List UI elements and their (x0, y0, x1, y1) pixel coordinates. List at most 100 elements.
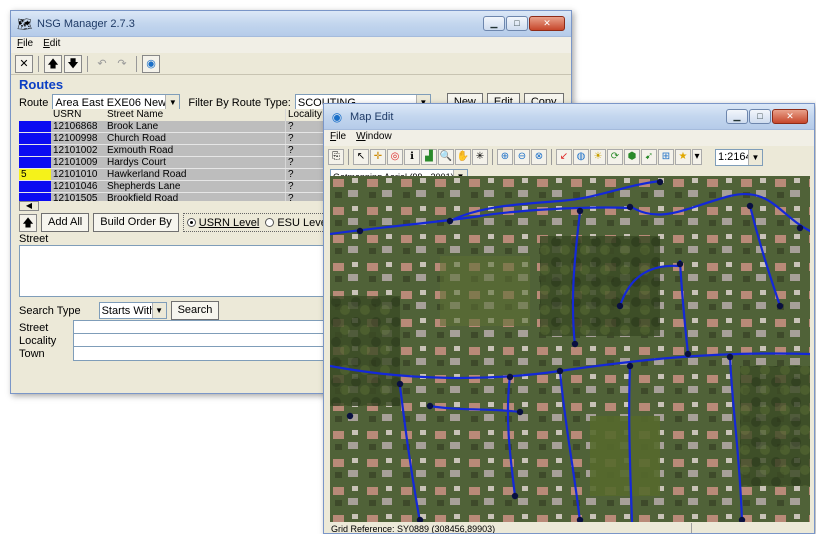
zoom-extent-icon[interactable]: ⊗ (531, 149, 547, 165)
table-header: USRN Street Name Locality (19, 109, 333, 121)
maximize-button[interactable]: □ (749, 109, 771, 124)
map-status-bar: Grid Reference: SY0889 (308456,89903) (328, 523, 812, 533)
row-street-name: Hawkerland Road (107, 169, 187, 180)
row-marker (19, 145, 51, 156)
row-usrn: 12101009 (53, 157, 98, 168)
info-icon[interactable]: ℹ (404, 149, 420, 165)
move-down-icon[interactable]: 🡇 (64, 54, 82, 73)
nsg-app-icon: 🗺 (17, 16, 33, 31)
menu-file[interactable]: File (17, 38, 33, 52)
row-usrn: 12101046 (53, 181, 98, 192)
page-title: Routes (19, 77, 64, 92)
zoom-in-icon[interactable]: ⊕ (497, 149, 513, 165)
search-type-label: Search Type (19, 304, 81, 317)
table-row[interactable]: 12101009 Hardys Court? (19, 157, 333, 169)
row-street-name: Brookfield Road (107, 193, 179, 201)
move-up-icon[interactable]: 🡅 (19, 213, 37, 232)
column-street-name[interactable]: Street Name (105, 109, 285, 121)
table-row[interactable]: 12106868 Brook Lane? (19, 121, 333, 133)
nsg-window-title: NSG Manager 2.7.3 (37, 17, 135, 30)
map-canvas[interactable] (330, 176, 810, 522)
menu-file[interactable]: File (330, 131, 346, 145)
refresh-icon[interactable]: ⟳ (607, 149, 623, 165)
table-row[interactable]: 5 12101010 Hawkerland Road? (19, 169, 333, 181)
map-window-title: Map Edit (350, 110, 394, 123)
menu-window[interactable]: Window (356, 131, 392, 145)
minimize-button[interactable]: ▁ (483, 16, 505, 31)
esu-level-radio[interactable]: ESU Level (265, 217, 329, 229)
favourite-star-icon[interactable]: ★ (675, 149, 691, 165)
level-radio-group: USRN Level ESU Level (182, 213, 334, 232)
column-usrn[interactable]: USRN (51, 109, 105, 121)
chevron-down-icon: ▼ (151, 303, 166, 318)
usrn-level-radio[interactable]: USRN Level (186, 217, 259, 229)
locality-field-label: Locality (19, 334, 57, 347)
map-app-icon: ◉ (331, 109, 343, 124)
network-icon[interactable]: ⬢ (624, 149, 640, 165)
street-detail-box[interactable] (19, 245, 331, 297)
row-usrn: 12100998 (53, 133, 98, 144)
close-button[interactable]: ✕ (772, 109, 808, 124)
row-marker (19, 133, 51, 144)
scale-select[interactable]: 1:2164 ▼ (715, 148, 763, 166)
nsg-titlebar: 🗺 NSG Manager 2.7.3 ▁ □ ✕ (11, 11, 571, 37)
redo-icon[interactable]: ↷ (113, 55, 131, 73)
delete-icon[interactable]: ✕ (15, 54, 33, 73)
table-row[interactable]: 12101002 Exmouth Road? (19, 145, 333, 157)
row-street-name: Shepherds Lane (107, 181, 181, 192)
zoom-out-icon[interactable]: ⊖ (514, 149, 530, 165)
target-icon[interactable]: ◎ (387, 149, 403, 165)
map-toolbar: ⎘ ↖ ✛ ◎ ℹ ▟ 🔍 ✋ ✳ ⊕ ⊖ ⊗ ↙ ◍ ☀ ⟳ ⬢ ➹ ⊞ ★ … (324, 146, 814, 168)
chart-icon[interactable]: ▟ (421, 149, 437, 165)
maximize-button[interactable]: □ (506, 16, 528, 31)
nsg-toolbar: ✕ 🡅 🡇 ↶ ↷ ◉ (11, 53, 571, 75)
copy-icon[interactable]: ⎘ (328, 149, 344, 165)
table-row[interactable]: 12100998 Church Road? (19, 133, 333, 145)
menu-edit[interactable]: Edit (43, 38, 60, 52)
route-icon[interactable]: ➹ (641, 149, 657, 165)
row-street-name: Church Road (107, 133, 166, 144)
map-menubar: File Window (324, 130, 814, 146)
layers-icon[interactable]: ◍ (573, 149, 589, 165)
crosshair-icon[interactable]: ✛ (370, 149, 386, 165)
row-usrn: 12101002 (53, 145, 98, 156)
undo-icon[interactable]: ↶ (93, 55, 111, 73)
row-usrn: 12101505 (53, 193, 98, 201)
chevron-down-icon[interactable]: ▾ (692, 149, 702, 165)
star-tool-icon[interactable]: ✳ (472, 149, 488, 165)
table-row[interactable]: 12101046 Shepherds Lane? (19, 181, 333, 193)
town-field-label: Town (19, 347, 45, 360)
build-order-button[interactable]: Build Order By (93, 213, 179, 232)
globe-icon[interactable]: ◉ (142, 54, 160, 73)
row-usrn: 12106868 (53, 121, 98, 132)
streets-table[interactable]: USRN Street Name Locality 12106868 Brook … (19, 109, 333, 201)
move-up-icon[interactable]: 🡅 (44, 54, 62, 73)
minimize-button[interactable]: ▁ (726, 109, 748, 124)
scroll-left-button[interactable]: ◀ (19, 201, 39, 211)
row-marker (19, 181, 51, 192)
pan-hand-icon[interactable]: ✋ (455, 149, 471, 165)
pointer-icon[interactable]: ↖ (353, 149, 369, 165)
aerial-map[interactable] (330, 176, 810, 522)
map-edit-window: ◉ Map Edit ▁ □ ✕ File Window ⎘ ↖ ✛ ◎ ℹ ▟… (323, 103, 815, 534)
filter-label: Filter By Route Type: (188, 96, 291, 109)
grid-reference-text: Grid Reference: SY0889 (308456,89903) (328, 523, 692, 533)
sun-icon[interactable]: ☀ (590, 149, 606, 165)
zoom-icon[interactable]: 🔍 (438, 149, 454, 165)
table-row[interactable]: 12101505 Brookfield Road? (19, 193, 333, 201)
row-street-name: Exmouth Road (107, 145, 174, 156)
street-section-label: Street (19, 233, 49, 245)
nsg-menubar: File Edit (11, 37, 571, 53)
row-marker (19, 121, 51, 132)
close-button[interactable]: ✕ (529, 16, 565, 31)
chevron-down-icon: ▼ (165, 95, 180, 110)
search-type-select[interactable]: Starts With ▼ (98, 302, 167, 319)
select-icon[interactable]: ↙ (556, 149, 572, 165)
row-street-name: Brook Lane (107, 121, 159, 132)
grid-icon[interactable]: ⊞ (658, 149, 674, 165)
map-titlebar: ◉ Map Edit ▁ □ ✕ (324, 104, 814, 130)
search-button[interactable]: Search (170, 301, 220, 320)
row-marker (19, 193, 51, 201)
row-marker: 5 (19, 169, 51, 180)
add-all-button[interactable]: Add All (41, 213, 90, 232)
